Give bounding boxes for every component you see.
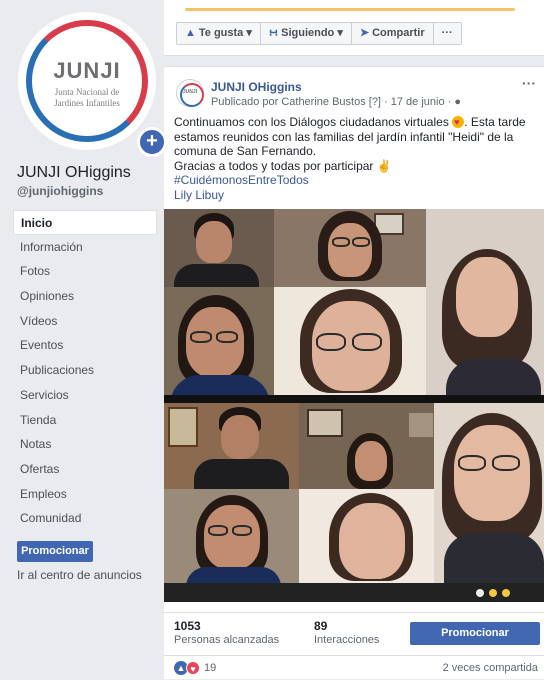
post-text-3: Gracias a todos y todas por participar [174, 158, 374, 173]
post-avatar[interactable]: JUNJI [176, 79, 204, 107]
boost-post-button[interactable]: Promocionar publicación [410, 622, 540, 662]
ads-center-link[interactable]: Ir al centro de anuncios [17, 568, 142, 582]
rss-icon: ∺ [268, 27, 279, 39]
share-arrow-icon: ➤ [359, 27, 370, 39]
heart-eyes-emoji-icon [452, 115, 465, 130]
following-label: Siguiendo [281, 27, 335, 39]
video-tile [164, 403, 299, 489]
post-meta: Publicado por Catherine Bustos [?] · 17 … [211, 96, 461, 108]
video-tile [164, 489, 299, 583]
nav-item-inicio[interactable]: Inicio [13, 210, 157, 235]
page-name[interactable]: JUNJI OHiggins [17, 164, 131, 182]
nav-item-comunidad[interactable]: Comunidad [13, 506, 157, 531]
share-button[interactable]: ➤ Compartir [352, 23, 434, 44]
post-text-1: Continuamos con los Diálogos ciudadanos … [174, 115, 449, 129]
logo-subtitle-2: Jardines Infantiles [54, 98, 120, 108]
promote-button[interactable]: Promocionar [17, 541, 93, 562]
logo-subtitle-1: Junta Nacional de [54, 87, 120, 97]
video-tile [426, 209, 544, 395]
logo-text: JUNJI Junta Nacional de Jardines Infanti… [18, 58, 156, 109]
like-label: Te gusta [198, 27, 244, 39]
post-insights: 1053 Personas alcanzadas 89 Interaccione… [164, 612, 544, 662]
video-tile [434, 403, 544, 583]
post-options-icon[interactable]: ··· [522, 75, 536, 91]
reach-label: Personas alcanzadas [174, 634, 280, 646]
nav-item-publicaciones[interactable]: Publicaciones [13, 358, 157, 383]
page-actions: ▲ Te gusta ▾ ∺ Siguiendo ▾ ➤ Compartir ··· [176, 22, 462, 45]
nav-item-tienda[interactable]: Tienda [13, 408, 157, 433]
nav-item-eventos[interactable]: Eventos [13, 333, 157, 358]
page-handle[interactable]: @junjiohiggins [17, 184, 103, 198]
post-photo[interactable] [164, 209, 544, 602]
post-meta-text: Publicado por Catherine Bustos [?] · 17 … [211, 96, 452, 108]
video-tile [299, 403, 434, 489]
logo-title: JUNJI [53, 58, 121, 83]
gallery-dots [476, 589, 510, 597]
thumbs-up-icon: ▲ [185, 27, 196, 39]
flexed-biceps-emoji-icon: ✌ [376, 158, 392, 173]
video-tile [274, 287, 426, 395]
hashtag-link[interactable]: #CuidémonosEntreTodos [174, 173, 539, 188]
cover-edge-strip [185, 8, 515, 11]
post-text: Continuamos con los Diálogos ciudadanos … [174, 115, 539, 203]
page-sidebar: JUNJI Junta Nacional de Jardines Infanti… [0, 0, 167, 679]
page-nav: Inicio Información Fotos Opiniones Vídeo… [13, 210, 157, 531]
nav-item-videos[interactable]: Vídeos [13, 309, 157, 334]
nav-item-fotos[interactable]: Fotos [13, 259, 157, 284]
feed-post: JUNJI JUNJI OHiggins Publicado por Cathe… [164, 66, 544, 679]
share-label: Compartir [372, 27, 425, 39]
post-author[interactable]: JUNJI OHiggins [211, 80, 302, 94]
interactions-label: Interacciones [314, 634, 380, 646]
globe-icon: ● [454, 96, 462, 108]
video-tile [164, 287, 274, 395]
video-tile [299, 489, 434, 583]
love-reaction-icon[interactable]: ♥ [186, 661, 200, 675]
nav-item-ofertas[interactable]: Ofertas [13, 457, 157, 482]
tagged-person-link[interactable]: Lily Libuy [174, 188, 539, 203]
nav-item-informacion[interactable]: Información [13, 235, 157, 260]
nav-item-empleos[interactable]: Empleos [13, 482, 157, 507]
avatar-text: JUNJI [182, 89, 198, 95]
interactions-value: 89 [314, 619, 328, 633]
share-count[interactable]: 2 veces compartida [443, 662, 538, 674]
page-profile-picture[interactable]: JUNJI Junta Nacional de Jardines Infanti… [18, 12, 167, 157]
like-page-button[interactable]: ▲ Te gusta ▾ [177, 23, 261, 44]
nav-item-opiniones[interactable]: Opiniones [13, 284, 157, 309]
add-photo-plus-icon[interactable]: + [137, 127, 167, 157]
reach-value: 1053 [174, 619, 201, 633]
nav-item-servicios[interactable]: Servicios [13, 383, 157, 408]
following-button[interactable]: ∺ Siguiendo ▾ [261, 23, 352, 44]
video-tile [274, 209, 426, 287]
more-options-button[interactable]: ··· [434, 23, 461, 44]
video-tile [164, 209, 274, 287]
reaction-count[interactable]: 19 [204, 662, 216, 674]
nav-item-notas[interactable]: Notas [13, 432, 157, 457]
post-reactions: ▲ ♥ 19 2 veces compartida [164, 655, 544, 680]
